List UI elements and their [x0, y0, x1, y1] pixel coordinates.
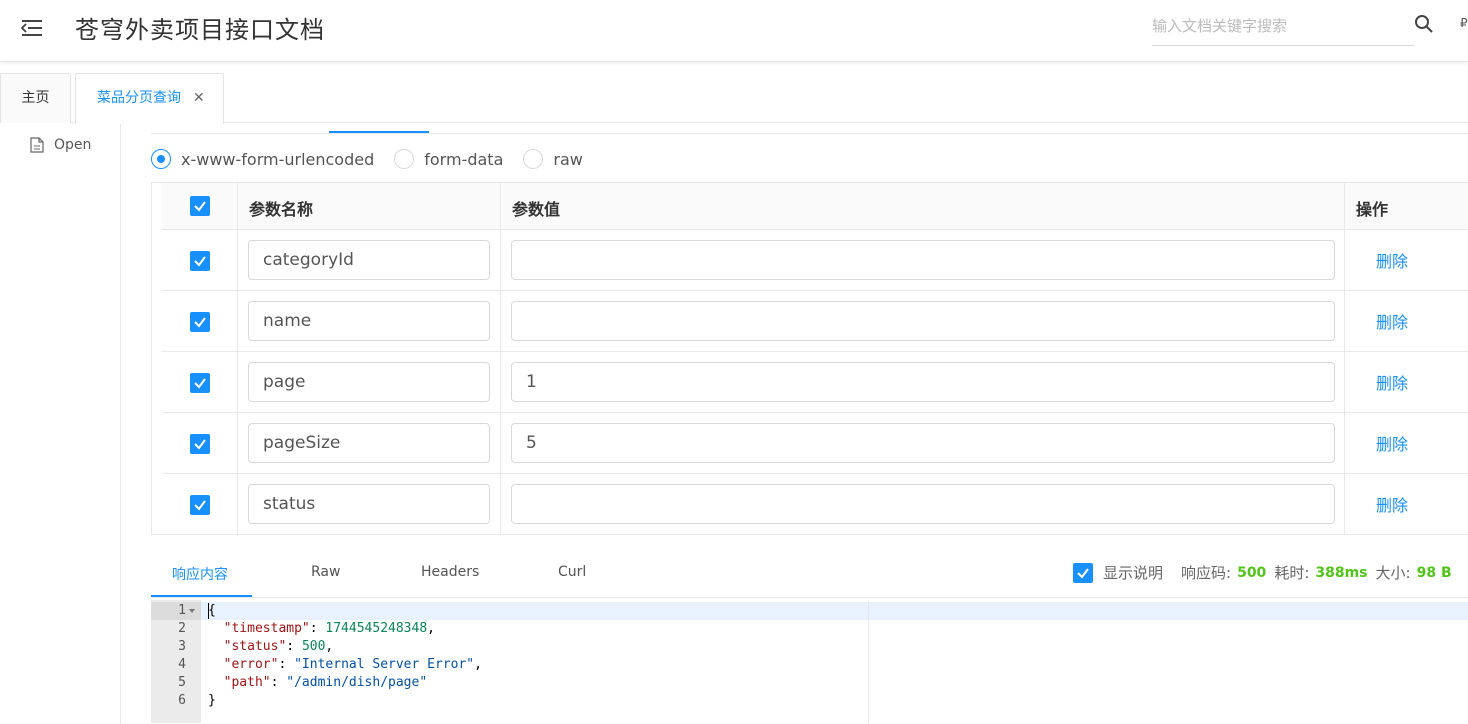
- menu-fold-icon[interactable]: [18, 14, 46, 42]
- table-row: name 删除: [162, 291, 1468, 352]
- search-input[interactable]: [1152, 8, 1392, 44]
- status-code-value: 500: [1237, 564, 1267, 581]
- param-value-input[interactable]: [511, 240, 1335, 280]
- param-name-input[interactable]: pageSize: [248, 423, 490, 463]
- radio-form-data[interactable]: form-data: [394, 149, 503, 169]
- line-number: 2: [178, 621, 186, 636]
- row-checkbox[interactable]: [190, 434, 210, 454]
- status-code-label: 响应码:: [1181, 564, 1232, 582]
- param-name-input[interactable]: status: [248, 484, 490, 524]
- delete-button[interactable]: 删除: [1376, 431, 1408, 455]
- radio-raw[interactable]: raw: [523, 149, 583, 169]
- active-line-highlight: [201, 602, 1468, 620]
- tab-label: 菜品分页查询: [97, 90, 181, 106]
- code-line: {: [208, 603, 216, 618]
- param-name-input[interactable]: name: [248, 301, 490, 341]
- size-label: 大小:: [1375, 564, 1411, 582]
- select-all-checkbox[interactable]: [190, 196, 210, 216]
- radio-urlencoded[interactable]: x-www-form-urlencoded: [151, 149, 374, 169]
- column-header-name: 参数名称: [249, 200, 314, 219]
- sidebar-item-label: Open: [54, 137, 92, 153]
- sidebar-item-open[interactable]: Open: [30, 137, 91, 153]
- column-header-value: 参数值: [512, 200, 561, 219]
- delete-button[interactable]: 删除: [1376, 492, 1408, 516]
- delete-button[interactable]: 删除: [1376, 370, 1408, 394]
- text-cursor: [208, 603, 209, 619]
- tab-raw[interactable]: Raw: [311, 564, 340, 580]
- tab-dish-page-query[interactable]: 菜品分页查询 ✕: [75, 73, 224, 124]
- radio-label: form-data: [424, 149, 504, 169]
- size-value: 98 B: [1416, 564, 1452, 581]
- row-checkbox[interactable]: [190, 251, 210, 271]
- fold-arrow-icon[interactable]: [189, 609, 195, 613]
- header-checkbox-cell: [162, 183, 238, 229]
- body-type-radio-group: x-www-form-urlencoded form-data raw: [151, 147, 603, 171]
- line-number: 5: [178, 675, 186, 690]
- param-value-input[interactable]: 1: [511, 362, 1335, 402]
- code-line: "error": "Internal Server Error",: [223, 657, 482, 672]
- code-line: "timestamp": 1744545248348,: [223, 621, 435, 636]
- table-row: status 删除: [162, 474, 1468, 535]
- tab-headers[interactable]: Headers: [421, 564, 479, 580]
- row-checkbox[interactable]: [190, 373, 210, 393]
- radio-button[interactable]: [151, 149, 171, 169]
- param-name-input[interactable]: categoryId: [248, 240, 490, 280]
- line-number-gutter: 1 2 3 4 5 6: [151, 600, 201, 723]
- code-line: }: [208, 693, 216, 708]
- table-row: categoryId 删除: [162, 230, 1468, 291]
- response-meta: 显示说明 响应码: 500 耗时: 388ms 大小: 98 B: [1073, 562, 1460, 583]
- response-tabs: 响应内容 Raw Headers Curl 显示说明 响应码: 500 耗时: …: [151, 548, 1468, 598]
- tab-response-content[interactable]: 响应内容: [172, 564, 228, 584]
- file-icon: [30, 137, 44, 153]
- page-tabs: 主页 菜品分页查询 ✕: [0, 73, 1468, 124]
- response-tab-indicator: [151, 595, 252, 597]
- radio-label: raw: [553, 149, 583, 169]
- column-header-op: 操作: [1356, 200, 1389, 219]
- header-value-cell: 参数值: [501, 183, 1345, 229]
- header-extra-icon[interactable]: ₽: [1460, 16, 1468, 30]
- param-name-input[interactable]: page: [248, 362, 490, 402]
- line-number: 4: [178, 657, 186, 672]
- line-number: 3: [178, 639, 186, 654]
- params-table: 参数名称 参数值 操作 categoryId 删除 name 删除 page 1…: [151, 182, 1468, 535]
- param-value-input[interactable]: [511, 301, 1335, 341]
- sidebar: Open: [0, 124, 121, 724]
- table-row: page 1 删除: [162, 352, 1468, 413]
- row-checkbox[interactable]: [190, 312, 210, 332]
- table-header-row: 参数名称 参数值 操作: [162, 183, 1468, 230]
- row-checkbox[interactable]: [190, 495, 210, 515]
- show-description-label: 显示说明: [1103, 564, 1164, 582]
- show-description-checkbox[interactable]: [1073, 562, 1093, 583]
- line-number: 1: [151, 602, 201, 620]
- time-label: 耗时:: [1274, 564, 1310, 582]
- tab-home[interactable]: 主页: [0, 73, 71, 123]
- code-line: "status": 500,: [223, 639, 334, 654]
- delete-button[interactable]: 删除: [1376, 309, 1408, 333]
- tab-curl[interactable]: Curl: [558, 564, 586, 580]
- search-icon[interactable]: [1414, 14, 1434, 34]
- table-row: pageSize 5 删除: [162, 413, 1468, 474]
- header-op-cell: 操作: [1345, 183, 1468, 229]
- app-header: 苍穹外卖项目接口文档 ₽: [0, 0, 1468, 62]
- search-box: [1152, 8, 1414, 46]
- param-value-input[interactable]: 5: [511, 423, 1335, 463]
- radio-label: x-www-form-urlencoded: [181, 149, 375, 169]
- header-name-cell: 参数名称: [238, 183, 501, 229]
- radio-button[interactable]: [523, 149, 544, 169]
- response-code-editor[interactable]: 1 2 3 4 5 6 { "timestamp": 1744545248348…: [151, 600, 1468, 723]
- section-divider: [151, 133, 1468, 134]
- app-title: 苍穹外卖项目接口文档: [75, 16, 325, 44]
- print-margin: [868, 600, 869, 723]
- code-line: "path": "/admin/dish/page": [223, 675, 428, 690]
- line-number: 6: [178, 693, 186, 708]
- delete-button[interactable]: 删除: [1376, 248, 1408, 272]
- active-tab-indicator: [329, 131, 429, 133]
- param-value-input[interactable]: [511, 484, 1335, 524]
- time-value: 388ms: [1315, 564, 1368, 581]
- radio-button[interactable]: [394, 149, 415, 169]
- close-icon[interactable]: ✕: [193, 74, 205, 122]
